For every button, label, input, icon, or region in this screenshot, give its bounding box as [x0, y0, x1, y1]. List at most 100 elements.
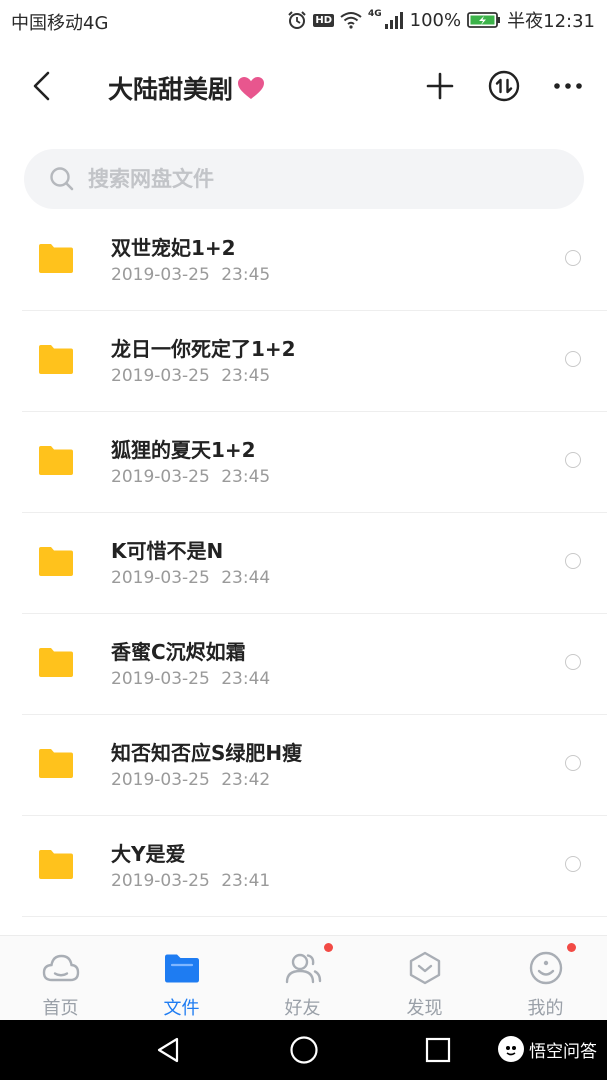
search-icon [50, 167, 74, 191]
cloud-icon [42, 954, 80, 982]
system-recents-button[interactable] [420, 1032, 456, 1068]
folder-modified: 2019-03-25 23:45 [111, 467, 270, 487]
modified-date: 2019-03-25 [111, 770, 210, 790]
page-title: 大陆甜美剧 [108, 75, 234, 104]
watermark-text: 悟空问答 [529, 1041, 597, 1062]
folder-row[interactable]: 双世宠妃1+2 2019-03-25 23:45 [0, 210, 607, 311]
select-radio[interactable] [565, 755, 581, 771]
select-radio[interactable] [565, 553, 581, 569]
folder-name: 狐狸的夏天1+2 [111, 438, 256, 462]
folder-row[interactable]: 龙日一你死定了1+2 2019-03-25 23:45 [0, 311, 607, 412]
heart-icon [238, 77, 265, 99]
file-list: 双世宠妃1+2 2019-03-25 23:45 龙日一你死定了1+2 2019… [0, 210, 607, 917]
title-bar: 大陆甜美剧 [0, 42, 607, 132]
folder-name: 香蜜C沉烬如霜 [111, 640, 246, 664]
watermark: 悟空问答 [498, 1036, 597, 1062]
tab-friends-label: 好友 [284, 998, 321, 1019]
network-type: 4G [368, 9, 382, 19]
folder-row[interactable]: 知否知否应S绿肥H瘦 2019-03-25 23:42 [0, 715, 607, 816]
bottom-tab-bar: 首页 文件 好友 发现 我的 [0, 935, 607, 1020]
wifi-icon [340, 12, 362, 29]
select-radio[interactable] [565, 250, 581, 266]
folder-name: 知否知否应S绿肥H瘦 [111, 741, 303, 765]
modified-date: 2019-03-25 [111, 467, 210, 487]
select-radio[interactable] [565, 654, 581, 670]
tab-me-label: 我的 [527, 998, 564, 1019]
add-button[interactable] [420, 66, 460, 106]
modified-time: 23:45 [221, 265, 271, 285]
status-bar: 中国移动4G HD 4G 100% 半夜12:31 [0, 0, 607, 42]
folder-modified: 2019-03-25 23:44 [111, 669, 270, 689]
search-input[interactable] [88, 159, 528, 199]
tab-files-label: 文件 [163, 998, 200, 1019]
modified-date: 2019-03-25 [111, 568, 210, 588]
folder-modified: 2019-03-25 23:41 [111, 871, 270, 891]
folder-modified: 2019-03-25 23:44 [111, 568, 270, 588]
clock: 半夜12:31 [507, 11, 595, 32]
folder-row[interactable]: 大Y是爱 2019-03-25 23:41 [0, 816, 607, 917]
system-navigation-bar: 悟空问答 [0, 1020, 607, 1080]
modified-time: 23:41 [221, 871, 271, 891]
back-arrow-icon [33, 71, 50, 101]
system-home-button[interactable] [286, 1032, 322, 1068]
discover-icon [409, 951, 441, 985]
square-recents-icon [425, 1037, 451, 1063]
back-button[interactable] [22, 66, 62, 106]
transfer-icon [488, 70, 520, 102]
folder-modified: 2019-03-25 23:45 [111, 265, 270, 285]
search-bar[interactable] [24, 149, 584, 209]
modified-time: 23:44 [221, 568, 271, 588]
folder-name: 双世宠妃1+2 [111, 236, 236, 260]
folder-modified: 2019-03-25 23:45 [111, 366, 270, 386]
folder-row[interactable]: 香蜜C沉烬如霜 2019-03-25 23:44 [0, 614, 607, 715]
tab-discover-label: 发现 [406, 998, 443, 1019]
alarm-icon [288, 11, 307, 29]
modified-date: 2019-03-25 [111, 265, 210, 285]
battery-percent: 100% [409, 9, 462, 31]
modified-date: 2019-03-25 [111, 366, 210, 386]
triangle-back-icon [157, 1037, 179, 1063]
select-radio[interactable] [565, 856, 581, 872]
folder-icon [39, 446, 73, 475]
folder-name: 大Y是爱 [111, 842, 186, 866]
folder-icon [39, 244, 73, 273]
select-radio[interactable] [565, 452, 581, 468]
carrier-label: 中国移动4G [11, 13, 109, 34]
modified-time: 23:45 [221, 467, 271, 487]
folder-icon [39, 648, 73, 677]
tab-home[interactable]: 首页 [0, 936, 121, 1021]
page-title-wrap: 大陆甜美剧 [108, 70, 265, 106]
wukong-logo-icon [498, 1036, 524, 1062]
select-radio[interactable] [565, 351, 581, 367]
hd-badge: HD [313, 13, 334, 27]
folder-row[interactable]: 狐狸的夏天1+2 2019-03-25 23:45 [0, 412, 607, 513]
friends-icon [285, 953, 322, 984]
folder-icon [39, 345, 73, 374]
tab-files[interactable]: 文件 [121, 936, 242, 1021]
modified-time: 23:45 [221, 366, 271, 386]
folder-name: K可惜不是N [111, 539, 224, 563]
more-button[interactable] [548, 66, 588, 106]
tab-discover[interactable]: 发现 [364, 936, 485, 1021]
tab-me[interactable]: 我的 [485, 936, 606, 1021]
system-back-button[interactable] [150, 1032, 186, 1068]
modified-time: 23:44 [221, 669, 271, 689]
folder-icon [39, 850, 73, 879]
circle-home-icon [290, 1036, 318, 1064]
friends-badge-dot [324, 943, 333, 952]
folder-name: 龙日一你死定了1+2 [111, 337, 296, 361]
tab-home-label: 首页 [42, 998, 79, 1019]
folder-icon [39, 547, 73, 576]
status-icons: HD 4G 100% 半夜12:31 [287, 8, 595, 32]
plus-icon [426, 72, 454, 100]
modified-date: 2019-03-25 [111, 669, 210, 689]
folder-icon [39, 749, 73, 778]
signal-icon [384, 12, 403, 29]
tab-friends[interactable]: 好友 [242, 936, 363, 1021]
transfer-button[interactable] [484, 66, 524, 106]
folder-row[interactable]: K可惜不是N 2019-03-25 23:44 [0, 513, 607, 614]
profile-icon [529, 951, 563, 985]
folder-modified: 2019-03-25 23:42 [111, 770, 270, 790]
battery-icon [467, 12, 501, 28]
modified-time: 23:42 [221, 770, 271, 790]
